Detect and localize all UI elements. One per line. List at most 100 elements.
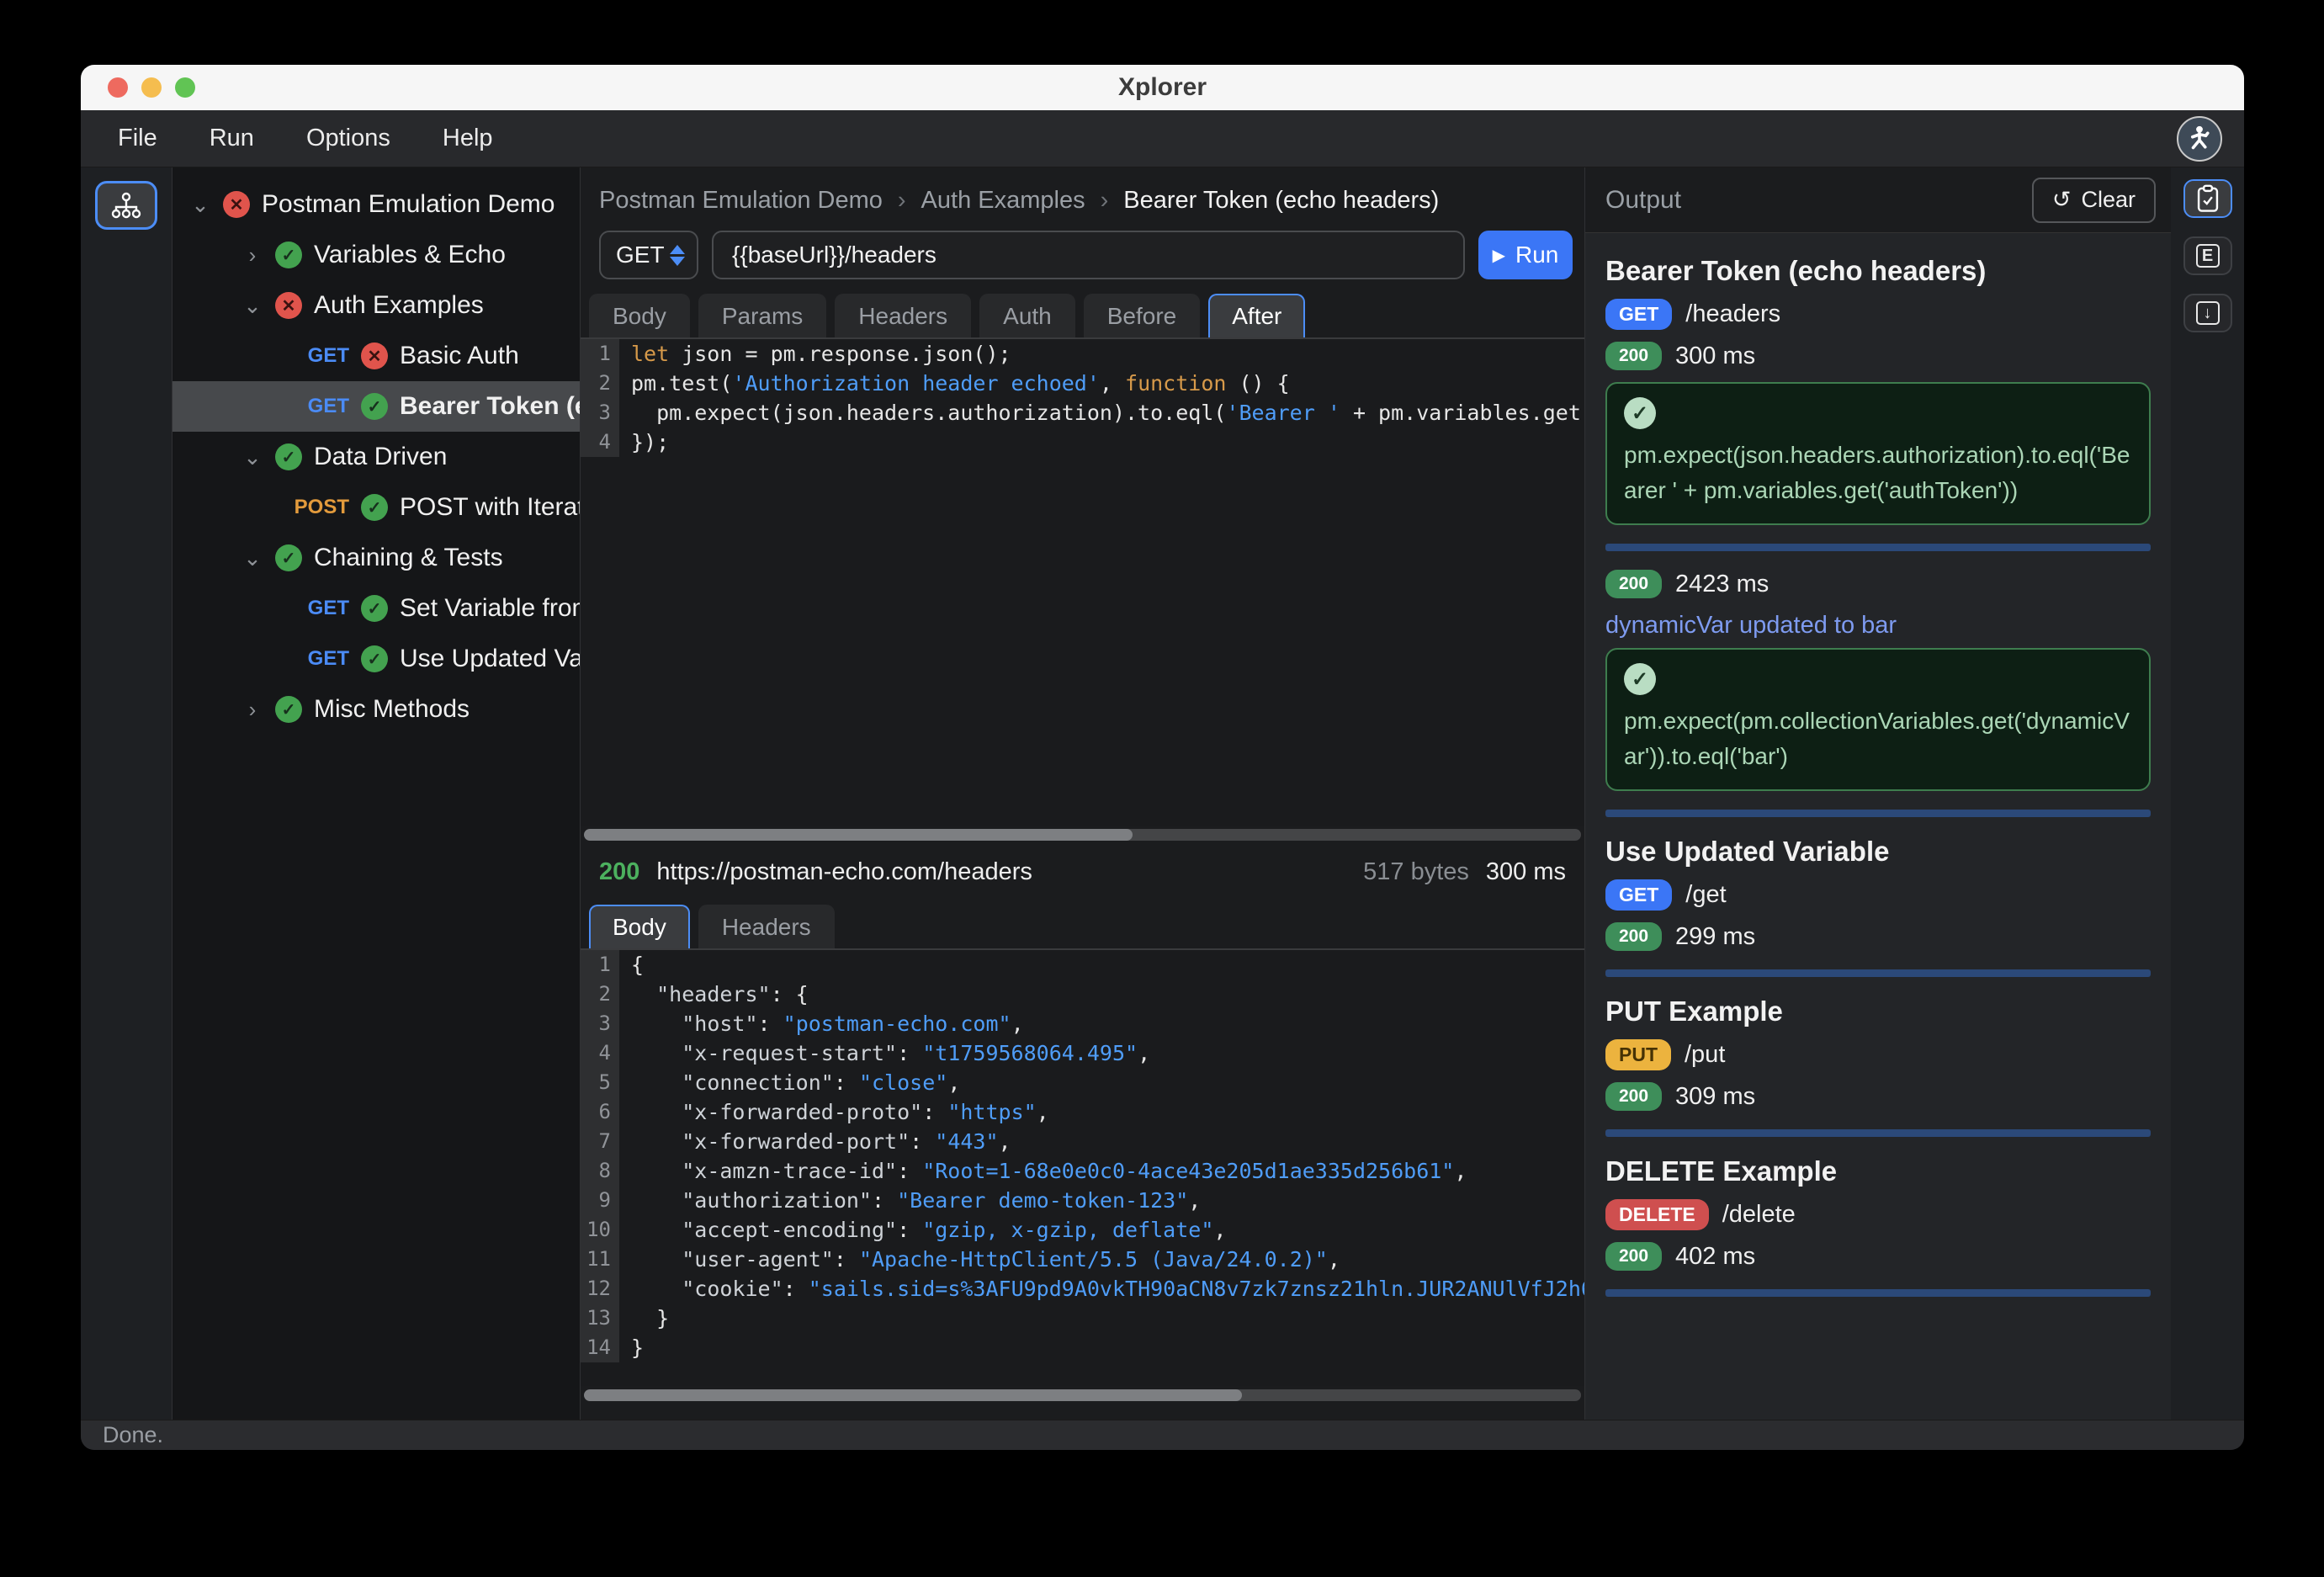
- tree-item[interactable]: ⌄✕Postman Emulation Demo: [172, 179, 580, 230]
- output-badge-line: GET/headers: [1605, 299, 2151, 330]
- method-label: GET: [294, 647, 349, 671]
- check-circle-icon: ✓: [1624, 663, 1656, 695]
- menu-item-options[interactable]: Options: [306, 125, 390, 152]
- clear-label: Clear: [2081, 187, 2136, 213]
- tree-item-label: Auth Examples: [314, 291, 484, 320]
- code-line: 1{: [581, 950, 1584, 980]
- status-badge: 200: [1605, 1082, 1662, 1111]
- tab-before[interactable]: Before: [1084, 294, 1201, 337]
- breadcrumb-segment[interactable]: Auth Examples: [921, 187, 1085, 215]
- output-badge-line: 2002423 ms: [1605, 570, 2151, 598]
- chevron-down-icon[interactable]: ⌄: [241, 293, 263, 319]
- output-divider: [1605, 810, 2151, 817]
- breadcrumb-segment[interactable]: Bearer Token (echo headers): [1123, 187, 1439, 215]
- code-line: 10 "accept-encoding": "gzip, x-gzip, def…: [581, 1215, 1584, 1245]
- code-line: 11 "user-agent": "Apache-HttpClient/5.5 …: [581, 1245, 1584, 1274]
- tree-item[interactable]: ⌄✓Chaining & Tests: [172, 533, 580, 583]
- mascot-icon[interactable]: [2177, 116, 2222, 162]
- code-line: 9 "authorization": "Bearer demo-token-12…: [581, 1186, 1584, 1215]
- tree-item-label: Chaining & Tests: [314, 544, 503, 572]
- code-line: 1let json = pm.response.json();: [581, 339, 1584, 369]
- clear-button[interactable]: ↺ Clear: [2032, 178, 2156, 223]
- e-square-icon: E: [2196, 244, 2220, 268]
- badge-line-text: 300 ms: [1675, 342, 1755, 370]
- output-badge-line: PUT/put: [1605, 1039, 2151, 1070]
- collection-sidebar: ⌄✕Postman Emulation Demo›✓Variables & Ec…: [172, 167, 581, 1420]
- pass-status-icon: ✓: [361, 645, 388, 672]
- code-line: 12 "cookie": "sails.sid=s%3AFU9pd9A0vkTH…: [581, 1274, 1584, 1304]
- code-text: "accept-encoding": "gzip, x-gzip, deflat…: [619, 1215, 1584, 1245]
- code-text: "x-forwarded-port": "443",: [619, 1127, 1584, 1156]
- output-panel: Output ↺ Clear Bearer Token (echo header…: [1585, 167, 2171, 1420]
- method-badge: PUT: [1605, 1039, 1671, 1070]
- method-label: GET: [294, 597, 349, 620]
- tree-item[interactable]: GET✕Basic Auth: [172, 331, 580, 381]
- code-text: pm.test('Authorization header echoed', f…: [619, 369, 1584, 398]
- tree-item-label: Set Variable from Respo…: [400, 594, 580, 623]
- chevron-down-icon[interactable]: ⌄: [189, 192, 211, 218]
- response-url: https://postman-echo.com/headers: [656, 858, 1032, 886]
- tree-item[interactable]: ›✓Variables & Echo: [172, 230, 580, 280]
- env-view-button[interactable]: E: [2183, 236, 2232, 275]
- tab-params[interactable]: Params: [698, 294, 826, 337]
- output-request-heading: PUT Example: [1605, 996, 2151, 1027]
- url-input[interactable]: [712, 231, 1465, 279]
- tab-body[interactable]: Body: [589, 294, 690, 337]
- response-hscrollbar[interactable]: [581, 1386, 1584, 1404]
- method-badge: DELETE: [1605, 1199, 1709, 1230]
- chevron-right-icon[interactable]: ›: [241, 697, 263, 723]
- chevron-right-icon[interactable]: ›: [241, 242, 263, 268]
- code-line: 5 "connection": "close",: [581, 1068, 1584, 1097]
- tree-item-label: Data Driven: [314, 443, 447, 471]
- collection-tree-button[interactable]: [95, 181, 157, 230]
- status-text: Done.: [103, 1422, 163, 1448]
- output-divider: [1605, 969, 2151, 977]
- fail-status-icon: ✕: [275, 292, 302, 319]
- tab-headers[interactable]: Headers: [835, 294, 971, 337]
- response-body-viewer[interactable]: 1{2 "headers": {3 "host": "postman-echo.…: [581, 948, 1584, 1386]
- output-divider: [1605, 1289, 2151, 1297]
- response-status-code: 200: [599, 858, 639, 886]
- menu-item-run[interactable]: Run: [210, 125, 254, 152]
- status-badge: 200: [1605, 342, 1662, 370]
- line-number: 2: [581, 369, 619, 398]
- tree-item[interactable]: ⌄ ✕ Auth Examples: [172, 280, 580, 331]
- test-assertion-text: pm.expect(json.headers.authorization).to…: [1624, 438, 2132, 508]
- tab-auth[interactable]: Auth: [979, 294, 1075, 337]
- tree-item[interactable]: POST✓POST with Iteration Data: [172, 482, 580, 533]
- badge-line-text: /put: [1685, 1041, 1725, 1069]
- window-title: Xplorer: [81, 73, 2244, 102]
- script-editor[interactable]: 1let json = pm.response.json();2pm.test(…: [581, 337, 1584, 826]
- chevron-down-icon[interactable]: ⌄: [241, 545, 263, 571]
- code-text: "x-amzn-trace-id": "Root=1-68e0e0c0-4ace…: [619, 1156, 1584, 1186]
- method-label: GET: [294, 395, 349, 418]
- menu-item-file[interactable]: File: [118, 125, 157, 152]
- code-text: "user-agent": "Apache-HttpClient/5.5 (Ja…: [619, 1245, 1584, 1274]
- sitemap-icon: [109, 192, 143, 219]
- response-tab-body[interactable]: Body: [589, 905, 690, 948]
- line-number: 9: [581, 1186, 619, 1215]
- code-text: "connection": "close",: [619, 1068, 1584, 1097]
- breadcrumb-segment[interactable]: Postman Emulation Demo: [599, 187, 883, 215]
- tree-item[interactable]: ⌄✓Data Driven: [172, 432, 580, 482]
- tree-item-label: Basic Auth: [400, 342, 519, 370]
- tree-item[interactable]: GET✓Bearer Token (echo hea…: [172, 381, 580, 432]
- editor-hscrollbar[interactable]: [581, 826, 1584, 844]
- tests-view-button[interactable]: [2183, 179, 2232, 218]
- run-button[interactable]: ▶ Run: [1478, 231, 1573, 279]
- run-label: Run: [1515, 242, 1558, 268]
- badge-line-text: /headers: [1685, 300, 1780, 328]
- tree-item[interactable]: GET✓Set Variable from Respo…: [172, 583, 580, 634]
- response-time: 300 ms: [1486, 858, 1566, 886]
- tree-item[interactable]: GET✓Use Updated Variable: [172, 634, 580, 684]
- chevron-down-icon[interactable]: ⌄: [241, 444, 263, 470]
- response-tabs: BodyHeaders: [581, 900, 1584, 948]
- tab-after[interactable]: After: [1208, 294, 1305, 337]
- line-number: 4: [581, 427, 619, 457]
- export-button[interactable]: ↓: [2183, 294, 2232, 332]
- tree-item[interactable]: ›✓Misc Methods: [172, 684, 580, 735]
- response-tab-headers[interactable]: Headers: [698, 905, 835, 948]
- method-select[interactable]: GET: [599, 231, 698, 279]
- output-badge-line: 200402 ms: [1605, 1242, 2151, 1271]
- menu-item-help[interactable]: Help: [443, 125, 493, 152]
